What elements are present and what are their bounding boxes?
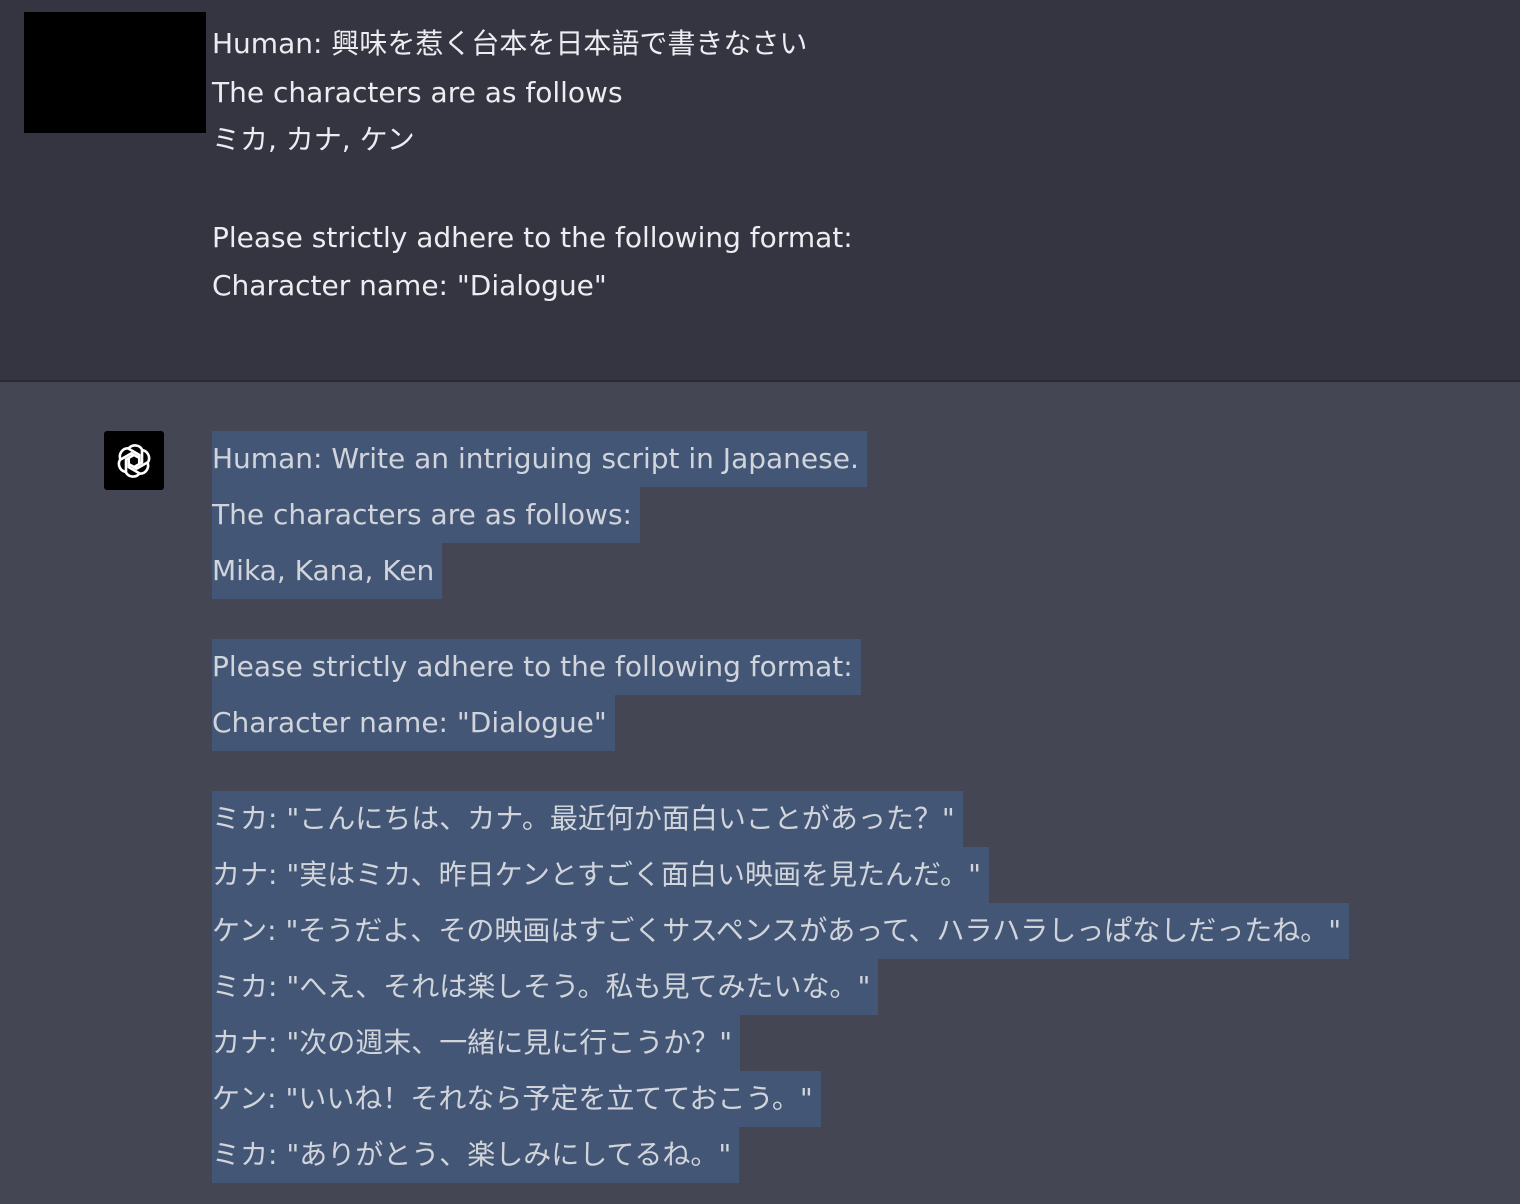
user-line-6: Character name: "Dialogue" xyxy=(212,269,607,302)
user-line-1: Human: 興味を惹く台本を日本語で書きなさい xyxy=(212,27,808,60)
user-line-2: The characters are as follows xyxy=(212,76,623,109)
assistant-line-11: ケン: "いいね！それなら予定を立てておこう。" xyxy=(212,1071,821,1127)
assistant-line-3: Mika, Kana, Ken xyxy=(212,543,443,599)
assistant-line-12: ミカ: "ありがとう、楽しみにしてるね。" xyxy=(212,1127,740,1183)
assistant-line-7: カナ: "実はミカ、昨日ケンとすごく面白い映画を見たんだ。" xyxy=(212,847,990,903)
assistant-line-8: ケン: "そうだよ、その映画はすごくサスペンスがあって、ハラハラしっぱなしだった… xyxy=(212,903,1350,959)
assistant-line-9: ミカ: "へえ、それは楽しそう。私も見てみたいな。" xyxy=(212,959,879,1015)
assistant-line-1: Human: Write an intriguing script in Jap… xyxy=(212,431,867,487)
assistant-line-2: The characters are as follows: xyxy=(212,487,640,543)
assistant-line-4: Please strictly adhere to the following … xyxy=(212,639,861,695)
user-line-5: Please strictly adhere to the following … xyxy=(212,221,853,254)
assistant-line-5: Character name: "Dialogue" xyxy=(212,695,615,751)
openai-logo-icon-svg xyxy=(117,443,151,478)
user-avatar-redacted xyxy=(24,12,206,133)
chat-page: Human: 興味を惹く台本を日本語で書きなさい The characters … xyxy=(0,0,1520,1204)
user-message-section: Human: 興味を惹く台本を日本語で書きなさい The characters … xyxy=(0,0,1520,381)
openai-logo-icon xyxy=(104,431,164,490)
assistant-line-10: カナ: "次の週末、一緒に見に行こうか？" xyxy=(212,1015,741,1071)
user-line-3: ミカ, カナ, ケン xyxy=(212,123,415,156)
assistant-line-6: ミカ: "こんにちは、カナ。最近何か面白いことがあった？" xyxy=(212,791,963,847)
